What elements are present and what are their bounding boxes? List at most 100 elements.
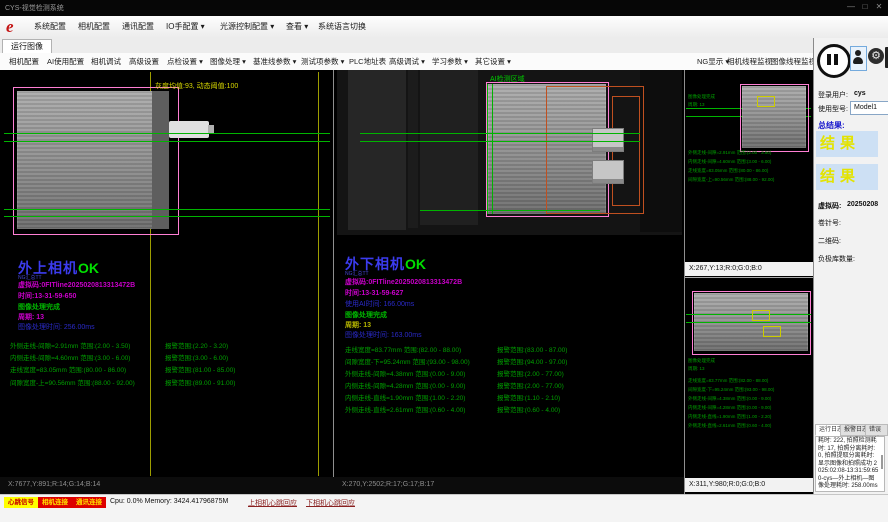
small1-text: 外侧走线-间隙=2.91mm 范围:(2.00 - 3.50) [688, 150, 771, 156]
yellow-feature-box [757, 96, 775, 107]
green-measure-line [4, 216, 330, 217]
left-camera-ok: OK [78, 260, 99, 276]
tool-other-set[interactable]: 其它设置 ▾ [470, 53, 516, 70]
measurement-line: 走线宽度=83.05mm 范围:(80.00 - 86.00) [10, 364, 126, 374]
yellow-feature-box [763, 326, 781, 337]
result-text-1: 结果 [816, 131, 878, 157]
small2-text: 内侧走线-直线=1.90mm 范围:(1.00 - 2.20) [688, 414, 771, 420]
green-measure-line [4, 209, 330, 210]
menu-view[interactable]: 查看 ▾ [280, 16, 314, 38]
tool-ai-config[interactable]: AI使用配置 [42, 53, 89, 70]
tool-advanced-debug[interactable]: 高级调试 ▾ [384, 53, 430, 70]
middle-ng-note: NG汇总TT [345, 270, 369, 277]
left-cycle: 周期: 13 [18, 312, 44, 322]
alarm-range: 报警范围:(89.00 - 91.00) [165, 377, 235, 387]
middle-process-time: 图像处理时间: 163.00ms [345, 330, 422, 340]
left-process-time: 图像处理时间: 256.00ms [18, 322, 95, 332]
menu-comm-config[interactable]: 通讯配置 [116, 16, 160, 38]
needle-number-label: 卷针号: [818, 218, 841, 228]
tool-camera-config[interactable]: 相机配置 [4, 53, 44, 70]
middle-barcode: 虚拟码:0FITline2025020813313472B [345, 277, 462, 287]
close-button[interactable]: ✕ [872, 2, 886, 11]
pause-button[interactable] [817, 44, 851, 78]
measurement-line: 内侧走线-直线=1.90mm 范围:(1.00 - 2.20) [345, 392, 465, 402]
tool-learn-param[interactable]: 学习参数 ▾ [427, 53, 473, 70]
measurement-line: 外侧走线-直线=2.61mm 范围:(0.60 - 4.00) [345, 404, 465, 414]
ai-region-label: AI检测区域 [490, 74, 525, 84]
measurement-line: 间隙宽度-下=95.24mm 范围:(93.00 - 98.00) [345, 356, 470, 366]
log-scrollbar[interactable] [881, 455, 883, 469]
green-guide-line [487, 84, 488, 214]
virtual-code-label: 虚拟码: [818, 201, 841, 211]
pause-icon [827, 54, 831, 65]
green-guide-line [492, 84, 493, 214]
small1-text: 周期: 13 [688, 102, 705, 108]
log-output[interactable]: 耗时: 222, 拍照检测耗时: 17, 拍照分离耗时: 0, 拍照提取分离耗时… [815, 436, 885, 492]
menu-io-config[interactable]: IO手配置 ▾ [160, 16, 211, 38]
left-status: 图像处理完成 [18, 302, 60, 312]
connector-part [169, 121, 209, 138]
gray-threshold-label: 灰度均值:93, 动态阈值:100 [155, 81, 238, 91]
measurement-line: 外侧走线-间隙=4.38mm 范围:(0.00 - 9.00) [345, 368, 465, 378]
model-select[interactable]: Model1 [850, 101, 888, 115]
alarm-range: 报警范围:(83.00 - 87.00) [497, 344, 567, 354]
settings-button[interactable]: ⚙ [868, 48, 884, 64]
tool-spotcheck-set[interactable]: 点检设置 ▾ [162, 53, 208, 70]
total-result-label: 总结果: [818, 120, 845, 131]
menu-language-switch[interactable]: 系统语言切换 [312, 16, 372, 38]
menu-camera-config[interactable]: 相机配置 [72, 16, 116, 38]
menu-light-config[interactable]: 光源控制配置 ▾ [214, 16, 280, 38]
middle-status: 图像处理完成 [345, 310, 387, 320]
measurement-line: 间隙宽度-上=90.56mm 范围:(88.00 - 92.00) [10, 377, 135, 387]
yellow-feature-box [752, 310, 770, 321]
login-user-button[interactable] [850, 46, 867, 71]
left-cursor-coords: X:7677,Y:891;R:14;G:14;B:14 [8, 481, 100, 488]
alarm-range: 报警范围:(81.00 - 85.00) [165, 364, 235, 374]
small2-text: 走线宽度=83.77mm 范围:(82.00 - 88.00) [688, 378, 768, 384]
menu-system-config[interactable]: 系统配置 [28, 16, 72, 38]
title-bar: CYS-视觉检测系统 — □ ✕ [0, 0, 888, 16]
tool-advanced-set[interactable]: 高级设置 [124, 53, 164, 70]
green-measure-line [420, 210, 600, 211]
login-user-value: cys [854, 90, 866, 97]
tab-error-log[interactable]: 错误日志 [865, 424, 888, 436]
middle-ai-time: 使用AI时间: 166.00ms [345, 299, 414, 309]
green-measure-line [4, 141, 330, 142]
middle-cursor-coords: X:270,Y:2502;R:17;G:17;B:17 [342, 481, 434, 488]
tool-baseline-param[interactable]: 基准线参数 ▾ [248, 53, 301, 70]
qr-code-label: 二维码: [818, 236, 841, 246]
upper-camera-heartbeat-link[interactable]: 上相机心跳回应 [248, 498, 297, 508]
lower-camera-heartbeat-link[interactable]: 下相机心跳回应 [306, 498, 355, 508]
divider [685, 277, 813, 278]
tool-image-process[interactable]: 图像处理 ▾ [205, 53, 251, 70]
tab-strip [0, 38, 813, 54]
result-box-1: 结果 [816, 131, 878, 157]
left-barcode: 虚拟码:0FITline2025020813313472B [18, 280, 135, 290]
cpu-memory-readout: Cpu: 0.0% Memory: 3424.41796875M [110, 498, 228, 505]
pause-icon [834, 54, 838, 65]
left-time: 时间:13-31-59-650 [18, 291, 76, 301]
alarm-range: 报警范围:(2.20 - 3.20) [165, 340, 228, 350]
middle-camera-ok: OK [405, 256, 426, 272]
app-window: CYS-视觉检测系统 — □ ✕ e 系统配置 相机配置 通讯配置 IO手配置 … [0, 0, 888, 522]
tool-test-param[interactable]: 测试项参数 ▾ [296, 53, 349, 70]
model-label: 使用型号: [818, 104, 848, 114]
minimize-button[interactable]: — [844, 2, 858, 11]
measurement-line: 内侧走线-间隙=4.28mm 范围:(0.00 - 9.00) [345, 380, 465, 390]
middle-cycle: 周期: 13 [345, 320, 371, 330]
alarm-range: 报警范围:(94.00 - 97.00) [497, 356, 567, 366]
log-text: 耗时: 222, 拍照检测耗时: 17, 拍照分离耗时: 0, 拍照提取分离耗时… [818, 438, 880, 491]
user-icon [853, 57, 863, 64]
maximize-button[interactable]: □ [858, 2, 872, 11]
machinery-block [420, 70, 478, 225]
machinery-block [640, 70, 682, 232]
login-user-label: 登录用户: [818, 90, 848, 100]
comm-link-badge: 通讯连接 [72, 497, 106, 508]
green-measure-line [686, 314, 811, 315]
gear-icon: ⚙ [871, 50, 881, 62]
divider [333, 70, 334, 494]
alarm-range: 报警范围:(0.60 - 4.00) [497, 404, 560, 414]
measurement-line: 内侧走线-间隙=4.60mm 范围:(3.00 - 6.00) [10, 352, 130, 362]
small1-text: 间隙宽度-上=90.56mm 范围:(88.00 - 92.00) [688, 177, 774, 183]
tool-camera-debug[interactable]: 相机调试 [86, 53, 126, 70]
